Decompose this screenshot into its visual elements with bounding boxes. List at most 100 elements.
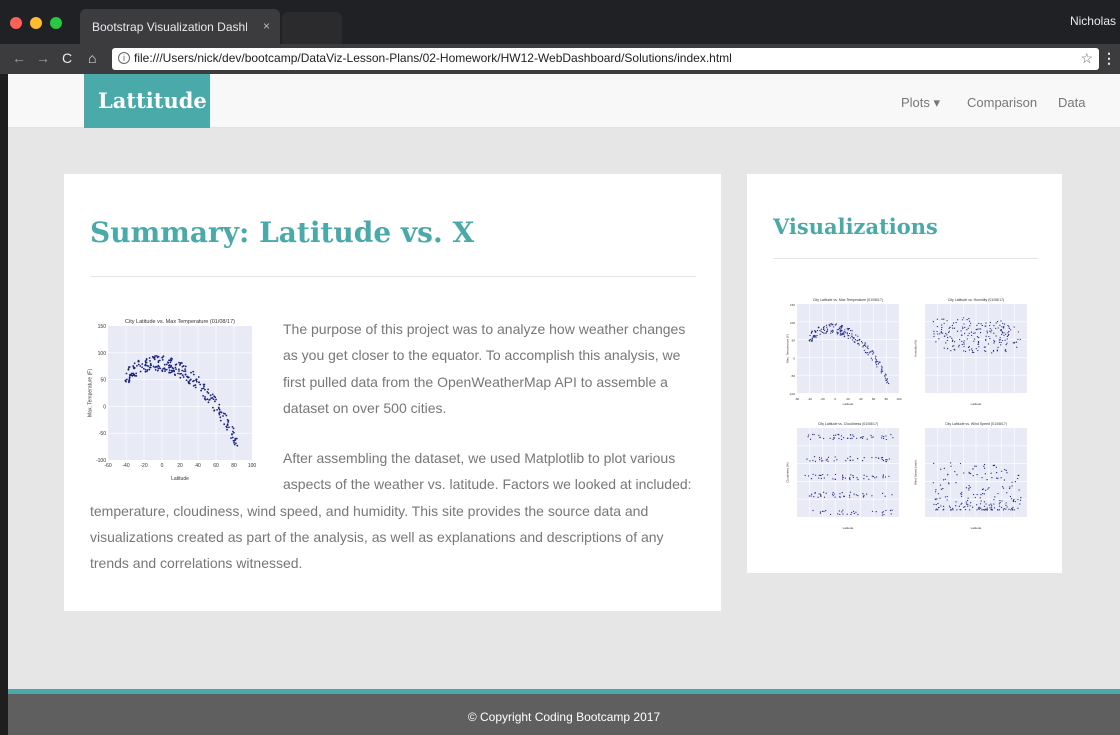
divider: [773, 258, 1038, 259]
scatter-point: [832, 491, 834, 494]
scatter-point: [961, 319, 964, 321]
scatter-point: [236, 444, 239, 447]
profile-name[interactable]: Nicholas: [1070, 14, 1116, 28]
nav-link-comparison[interactable]: Comparison: [967, 95, 1037, 110]
scatter-point: [882, 475, 884, 477]
scatter-point: [223, 423, 226, 426]
scatter-point: [174, 366, 177, 369]
scatter-point: [181, 369, 184, 372]
x-tick-label: -20: [140, 463, 147, 469]
scatter-point: [832, 323, 834, 325]
scatter-point: [139, 370, 142, 373]
max-temperature-chart[interactable]: City Latitude vs. Max Temperature (01/08…: [86, 312, 257, 482]
minimize-window-button[interactable]: [30, 17, 42, 29]
browser-tab[interactable]: Bootstrap Visualization Dashboard ×: [80, 9, 280, 44]
scatter-point: [891, 494, 893, 496]
scatter-point: [967, 334, 969, 337]
thumbnail-temperature-chart[interactable]: City Latitude vs. Max Temperature (01/08…: [785, 294, 903, 407]
scatter-point: [841, 333, 843, 335]
scatter-point: [883, 436, 885, 438]
scatter-point: [946, 348, 949, 350]
scatter-point: [804, 474, 806, 477]
scatter-point: [235, 437, 238, 440]
scatter-point: [819, 333, 821, 335]
scatter-point: [815, 474, 817, 476]
scatter-point: [227, 419, 230, 422]
scatter-point: [870, 357, 872, 359]
scatter-point: [814, 460, 817, 462]
scatter-point: [135, 375, 138, 377]
scatter-point: [851, 330, 853, 332]
address-bar[interactable]: i file:///Users/nick/dev/bootcamp/DataVi…: [112, 48, 1099, 70]
scatter-point: [844, 329, 846, 331]
browser-menu-icon[interactable]: ⋮: [1102, 50, 1116, 67]
scatter-point: [842, 509, 844, 511]
scatter-point: [168, 366, 170, 369]
scatter-point: [871, 436, 873, 438]
new-tab-button[interactable]: [282, 12, 342, 44]
nav-link-data[interactable]: Data: [1058, 95, 1085, 110]
scatter-point: [852, 475, 854, 477]
thumbnail-cloudiness-chart[interactable]: City Latitude vs. Cloudiness (01/08/17) L…: [785, 418, 903, 531]
scatter-point: [992, 350, 995, 352]
scatter-point: [192, 370, 195, 373]
scatter-point: [1005, 344, 1007, 346]
scatter-point: [996, 321, 999, 323]
scatter-point: [978, 322, 980, 324]
scatter-point: [965, 487, 967, 489]
close-window-button[interactable]: [10, 17, 22, 29]
scatter-point: [855, 334, 857, 336]
scatter-point: [955, 501, 957, 503]
close-icon[interactable]: ×: [263, 19, 270, 33]
thumbnail-humidity-chart[interactable]: City Latitude vs. Humidity (01/08/17) Lat…: [913, 294, 1031, 407]
scatter-point: [1004, 339, 1006, 341]
scatter-point: [863, 456, 865, 459]
scatter-point: [1013, 499, 1015, 501]
maximize-window-button[interactable]: [50, 17, 62, 29]
scatter-point: [125, 372, 128, 375]
scatter-point: [1006, 335, 1008, 338]
scatter-point: [844, 332, 846, 334]
scatter-point: [880, 370, 882, 372]
x-tick-label: 100: [248, 463, 256, 469]
scatter-point: [997, 327, 999, 329]
scatter-point: [973, 493, 975, 496]
info-icon[interactable]: i: [118, 52, 130, 64]
scatter-point: [950, 350, 952, 352]
back-arrow-icon[interactable]: ←: [12, 50, 26, 66]
scatter-point: [849, 491, 852, 493]
scatter-point: [129, 373, 131, 376]
home-icon[interactable]: ⌂: [88, 50, 96, 66]
scatter-point: [939, 497, 941, 499]
scatter-point: [862, 496, 864, 498]
scatter-point: [204, 398, 207, 401]
scatter-point: [820, 330, 822, 333]
scatter-point: [230, 437, 232, 440]
thumbnail-wind-speed-chart[interactable]: City Latitude vs. Wind Speed (01/08/17) L…: [913, 418, 1031, 531]
scatter-point: [854, 339, 857, 341]
scatter-point: [1003, 323, 1006, 325]
scatter-point: [844, 477, 846, 479]
scatter-point: [856, 437, 858, 439]
scatter-point: [841, 492, 843, 494]
scatter-point: [952, 339, 954, 341]
scatter-point: [811, 330, 813, 332]
scatter-point: [882, 511, 884, 513]
scatter-point: [213, 395, 216, 398]
scatter-point: [875, 362, 877, 364]
brand-logo[interactable]: Lattitude: [84, 74, 210, 128]
scatter-point: [980, 494, 982, 496]
nav-link-plots[interactable]: Plots ▾: [901, 95, 940, 111]
scatter-point: [951, 324, 953, 327]
scatter-point: [857, 495, 859, 497]
bookmark-star-icon[interactable]: ☆: [1080, 50, 1093, 67]
scatter-point: [884, 495, 886, 497]
scatter-point: [954, 349, 956, 351]
scatter-point: [1001, 333, 1003, 336]
reload-icon[interactable]: C: [62, 50, 72, 66]
scatter-point: [872, 475, 874, 478]
scatter-point: [1008, 327, 1010, 329]
scatter-point: [142, 367, 145, 370]
scatter-point: [858, 338, 861, 341]
forward-arrow-icon[interactable]: →: [36, 50, 50, 66]
